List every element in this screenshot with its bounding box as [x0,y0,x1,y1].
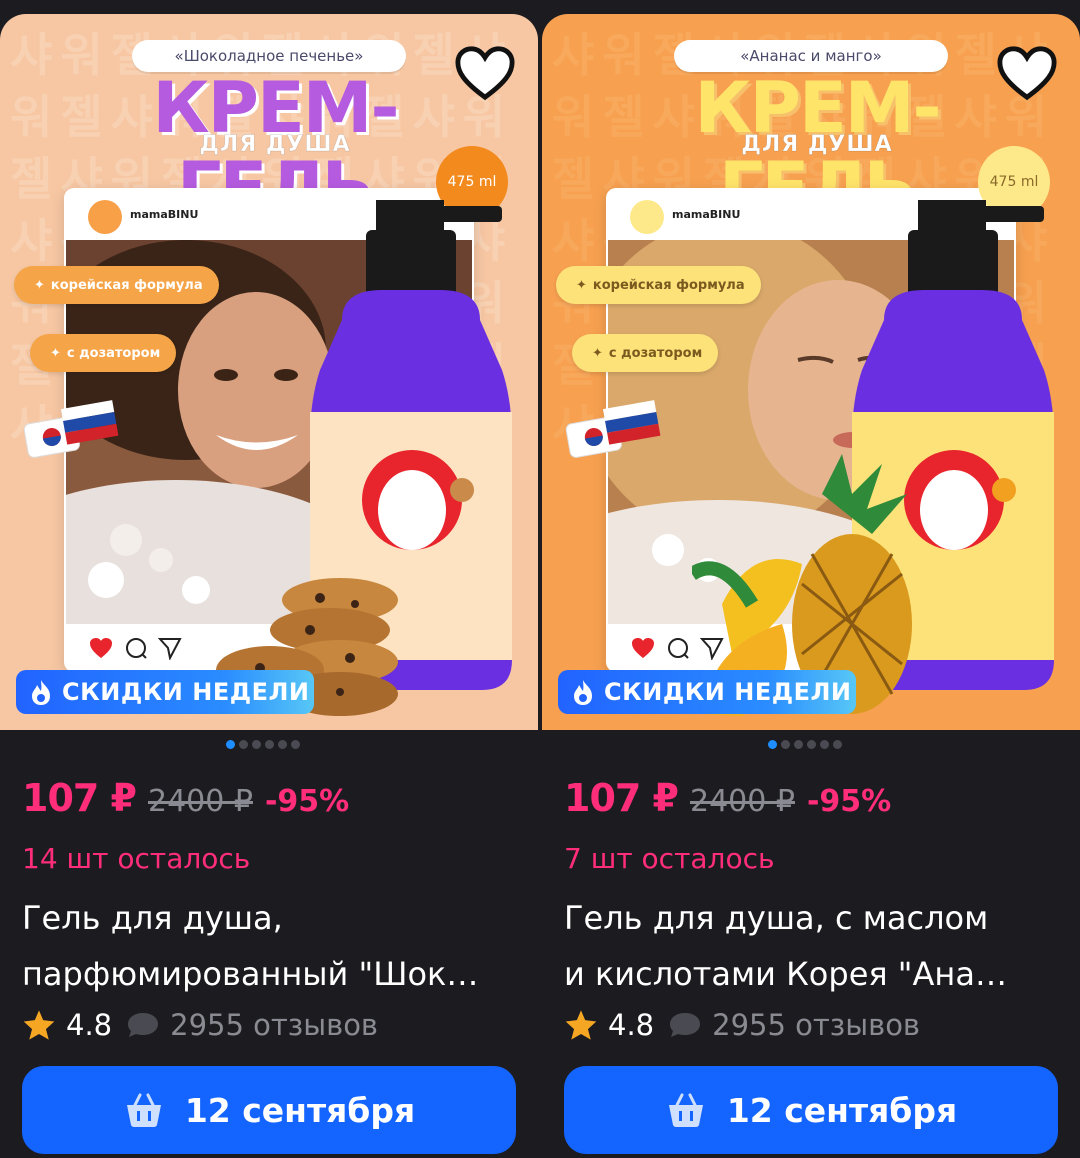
sparkle-icon: ✦ [50,345,61,361]
rating-value: 4.8 [66,1008,113,1042]
discount-percent: -95% [806,784,892,819]
fire-icon [574,680,592,705]
pagination-dot[interactable] [768,740,777,749]
title-line: Гель для душа, с маслом [564,899,989,937]
price-row: 107 ₽ 2400 ₽ -95% [22,776,349,820]
pagination-dot[interactable] [820,740,829,749]
chat-bubble-icon [128,1013,159,1037]
promo-badge[interactable]: СКИДКИ НЕДЕЛИ [16,670,314,714]
stock-left: 14 шт осталось [22,842,251,875]
basket-icon [126,1093,161,1127]
fire-icon [32,680,50,705]
price-row: 107 ₽ 2400 ₽ -95% [564,776,891,820]
subheadline: ДЛЯ ДУША [741,132,893,158]
like-icon [90,638,112,658]
comment-icon [668,638,689,659]
flags-icon [565,400,661,458]
pagination-dot[interactable] [807,740,816,749]
feature-tag-dispenser: ✦ с дозатором [572,334,719,372]
brand-avatar [630,200,664,234]
title-line: Гель для душа, [22,899,283,937]
pagination-dot[interactable] [252,740,261,749]
star-icon [23,1010,55,1040]
flags-icon [23,400,119,458]
title-line: и кислотами Корея "Ана… [564,955,1007,993]
pagination-dot[interactable] [794,740,803,749]
product-image[interactable]: 샤워젤샤워젤샤워젤샤워젤샤워젤샤워젤샤워젤샤워젤샤워젤샤워젤샤워젤샤워젤샤워젤샤… [0,14,538,730]
pagination-dot[interactable] [291,740,300,749]
pagination-dot[interactable] [781,740,790,749]
heart-outline-icon[interactable] [454,44,516,102]
delivery-date: 12 сентября [184,1090,416,1130]
rating-value: 4.8 [608,1008,655,1042]
current-price: 107 ₽ [22,776,137,820]
rating-row[interactable]: 4.8 2955 отзывов [564,1008,920,1042]
old-price: 2400 ₽ [690,784,795,819]
add-to-cart-button[interactable]: 12 сентября [22,1066,516,1154]
stock-left: 7 шт осталось [564,842,775,875]
basket-icon [668,1093,703,1127]
star-icon [565,1010,597,1040]
current-price: 107 ₽ [564,776,679,820]
post-actions [88,636,182,660]
pagination-dot[interactable] [265,740,274,749]
subheadline: ДЛЯ ДУША [199,132,351,158]
delivery-date: 12 сентября [726,1090,958,1130]
sparkle-icon: ✦ [576,277,587,293]
chat-bubble-icon [670,1013,701,1037]
feature-tag-dispenser: ✦ с дозатором [30,334,177,372]
add-to-cart-button[interactable]: 12 сентября [564,1066,1058,1154]
sparkle-icon: ✦ [592,345,603,361]
pagination-dot[interactable] [226,740,235,749]
brand-name: mamaBINU [130,208,199,221]
share-icon [158,638,182,660]
product-card[interactable]: 샤워젤샤워젤샤워젤샤워젤샤워젤샤워젤샤워젤샤워젤샤워젤샤워젤샤워젤샤워젤샤워젤샤… [0,14,538,1158]
old-price: 2400 ₽ [148,784,253,819]
reviews-count: 2955 отзывов [170,1008,379,1042]
product-card[interactable]: 샤워젤샤워젤샤워젤샤워젤샤워젤샤워젤샤워젤샤워젤샤워젤샤워젤샤워젤샤워젤샤워젤샤… [542,14,1080,1158]
image-pagination [226,740,300,749]
feature-tag-formula: ✦ корейская формула [556,266,761,304]
comment-icon [126,638,147,659]
brand-name: mamaBINU [672,208,741,221]
product-image[interactable]: 샤워젤샤워젤샤워젤샤워젤샤워젤샤워젤샤워젤샤워젤샤워젤샤워젤샤워젤샤워젤샤워젤샤… [542,14,1080,730]
sparkle-icon: ✦ [34,277,45,293]
rating-row[interactable]: 4.8 2955 отзывов [22,1008,378,1042]
heart-outline-icon[interactable] [996,44,1058,102]
like-icon [632,638,654,658]
image-pagination [768,740,842,749]
feature-tag-formula: ✦ корейская формула [14,266,219,304]
title-line: парфюмированный "Шок… [22,955,479,993]
pagination-dot[interactable] [239,740,248,749]
product-title[interactable]: Гель для душа, парфюмированный "Шок… [22,890,522,1002]
pagination-dot[interactable] [833,740,842,749]
product-title[interactable]: Гель для душа, с маслом и кислотами Коре… [564,890,1064,1002]
pagination-dot[interactable] [278,740,287,749]
promo-badge[interactable]: СКИДКИ НЕДЕЛИ [558,670,856,714]
discount-percent: -95% [264,784,350,819]
reviews-count: 2955 отзывов [712,1008,921,1042]
brand-avatar [88,200,122,234]
